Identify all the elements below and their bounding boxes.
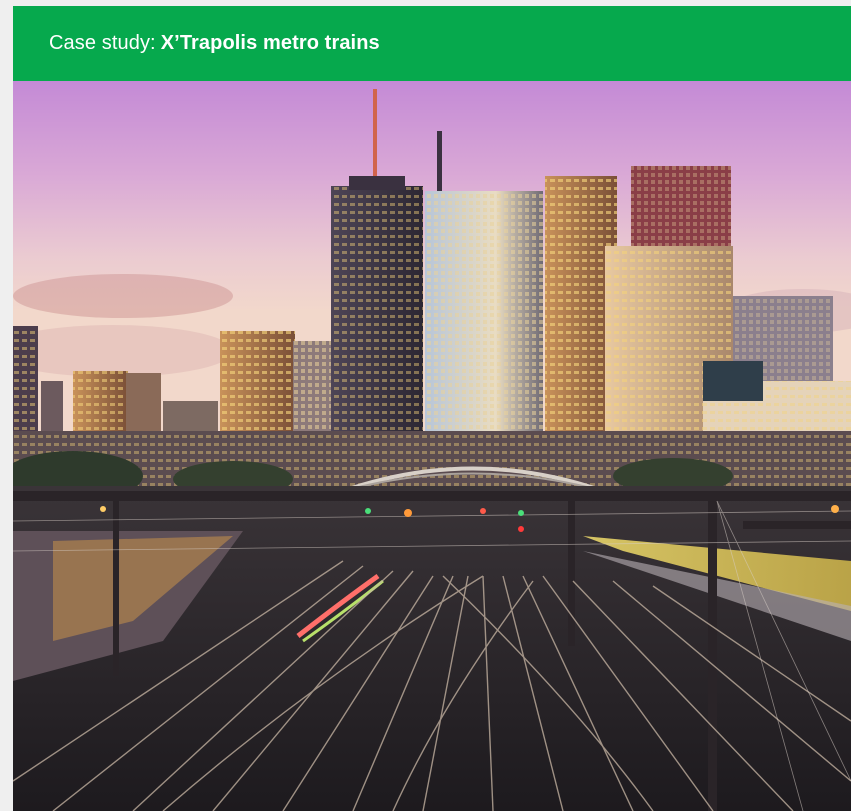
skyline-photo-icon	[13, 81, 851, 811]
banner-title: X’Trapolis metro trains	[160, 32, 380, 54]
case-study-banner: Case study: X’Trapolis metro trains	[13, 6, 851, 81]
banner-prefix: Case study:	[49, 32, 156, 54]
case-study-card: Case study: X’Trapolis metro trains	[13, 6, 851, 811]
city-railway-photo	[13, 81, 851, 811]
